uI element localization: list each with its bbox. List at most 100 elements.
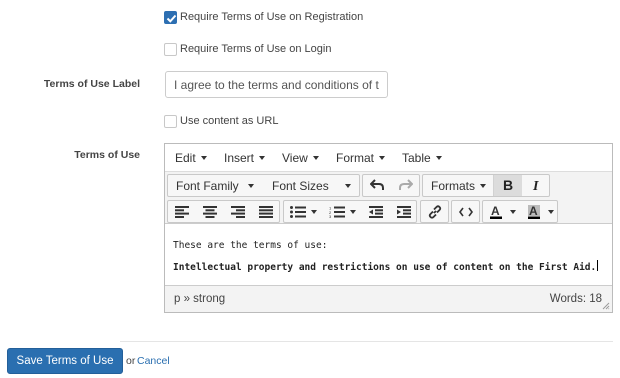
use-content-as-url-label: Use content as URL: [180, 115, 279, 127]
svg-text:I: I: [532, 179, 539, 192]
chevron-down-icon: [311, 210, 317, 214]
italic-icon: I: [532, 179, 539, 192]
menu-format[interactable]: Format: [336, 151, 386, 165]
redo-icon: [399, 179, 413, 190]
redo-button[interactable]: [392, 175, 420, 196]
require-login-checkbox[interactable]: [164, 43, 177, 56]
cancel-link[interactable]: Cancel: [137, 355, 170, 367]
chevron-down-icon: [435, 155, 442, 160]
bullet-list-icon: [290, 206, 306, 218]
list-indent-group: 123: [283, 200, 417, 223]
link-icon: [428, 205, 442, 219]
source-code-button[interactable]: [452, 201, 479, 222]
formats-label: Formats: [431, 179, 476, 193]
insert-link-button[interactable]: [421, 201, 448, 222]
chevron-down-icon: [548, 210, 554, 214]
terms-label-input[interactable]: [166, 72, 387, 97]
terms-label-field-label: Terms of Use Label: [43, 78, 140, 90]
indent-icon: [397, 206, 411, 218]
formats-select[interactable]: Formats: [423, 175, 493, 196]
element-path[interactable]: p » strong: [174, 293, 225, 305]
color-group: A A: [482, 200, 558, 223]
text-cursor: [597, 260, 599, 271]
strong-text: Intellectual property and restrictions o…: [173, 262, 597, 273]
menu-edit[interactable]: Edit: [175, 151, 207, 165]
word-count: Words: 18: [549, 293, 602, 305]
undo-icon: [370, 179, 384, 190]
terms-label-input-wrapper: [165, 71, 388, 98]
align-right-button[interactable]: [224, 201, 252, 222]
undo-button[interactable]: [363, 175, 391, 196]
chevron-down-icon: [312, 155, 319, 160]
outdent-button[interactable]: [362, 201, 390, 222]
align-right-icon: [231, 206, 245, 218]
require-registration-label: Require Terms of Use on Registration: [180, 11, 364, 23]
save-terms-button[interactable]: Save Terms of Use: [7, 348, 123, 374]
formats-group: Formats B I: [422, 174, 550, 197]
svg-text:B: B: [503, 178, 513, 192]
outdent-icon: [369, 206, 383, 218]
background-color-button[interactable]: A: [521, 201, 559, 222]
chevron-down-icon: [259, 155, 266, 160]
use-content-as-url-checkbox[interactable]: [164, 115, 177, 128]
editor-statusbar: p » strong Words: 18: [165, 285, 612, 312]
or-text: or: [126, 355, 136, 367]
require-registration-checkbox[interactable]: [164, 11, 177, 24]
form-divider: [120, 341, 613, 342]
history-group: [362, 174, 420, 197]
code-icon: [459, 207, 473, 217]
font-sizes-label: Font Sizes: [272, 179, 329, 193]
content-paragraph: These are the terms of use:: [173, 240, 328, 251]
chevron-down-icon: [345, 184, 351, 188]
link-group: [420, 200, 449, 223]
menu-view[interactable]: View: [282, 151, 319, 165]
align-left-icon: [175, 206, 189, 218]
chevron-down-icon: [510, 210, 516, 214]
content-paragraph-strong: Intellectual property and restrictions o…: [173, 260, 599, 273]
chevron-down-icon: [480, 184, 486, 188]
svg-text:A: A: [529, 204, 538, 218]
editor-menubar: Edit Insert View Format Table: [165, 144, 612, 172]
editor-content-area[interactable]: These are the terms of use: Intellectual…: [165, 225, 612, 285]
svg-text:3: 3: [329, 214, 332, 218]
italic-button[interactable]: I: [522, 175, 550, 196]
indent-button[interactable]: [390, 201, 418, 222]
menu-table[interactable]: Table: [402, 151, 442, 165]
menu-view-label: View: [282, 151, 308, 165]
resize-handle-icon[interactable]: [602, 302, 610, 310]
menu-table-label: Table: [402, 151, 431, 165]
chevron-down-icon: [379, 155, 386, 160]
chevron-down-icon: [248, 184, 254, 188]
menu-insert[interactable]: Insert: [224, 151, 266, 165]
menu-insert-label: Insert: [224, 151, 255, 165]
rich-text-editor: Edit Insert View Format Table Font Famil…: [164, 143, 613, 313]
bullet-list-button[interactable]: [284, 201, 322, 222]
chevron-down-icon: [350, 210, 356, 214]
chevron-down-icon: [200, 155, 207, 160]
editor-toolbar: Font Family Font Sizes Formats B I 1 2 3…: [165, 172, 612, 224]
menu-format-label: Format: [336, 151, 375, 165]
align-justify-icon: [259, 206, 273, 218]
require-login-label: Require Terms of Use on Login: [180, 43, 332, 55]
text-color-button[interactable]: A: [483, 201, 521, 222]
bold-button[interactable]: B: [494, 175, 522, 196]
numbered-list-button[interactable]: 123: [323, 201, 361, 222]
align-justify-button[interactable]: [252, 201, 280, 222]
font-sizes-select[interactable]: Font Sizes: [264, 175, 360, 196]
font-select-group: Font Family Font Sizes: [167, 174, 360, 197]
align-center-icon: [203, 206, 217, 218]
alignment-group: [167, 200, 280, 223]
bold-icon: B: [503, 178, 513, 192]
background-color-icon: A: [528, 204, 540, 219]
text-color-icon: A: [490, 204, 502, 219]
font-family-label: Font Family: [176, 179, 239, 193]
code-group: [451, 200, 480, 223]
align-left-button[interactable]: [168, 201, 196, 222]
font-family-select[interactable]: Font Family: [168, 175, 263, 196]
align-center-button[interactable]: [196, 201, 224, 222]
svg-text:A: A: [491, 204, 500, 218]
checkmark-icon: [166, 14, 177, 23]
numbered-list-icon: 123: [329, 206, 345, 218]
menu-edit-label: Edit: [175, 151, 196, 165]
terms-of-use-field-label: Terms of Use: [74, 149, 140, 161]
